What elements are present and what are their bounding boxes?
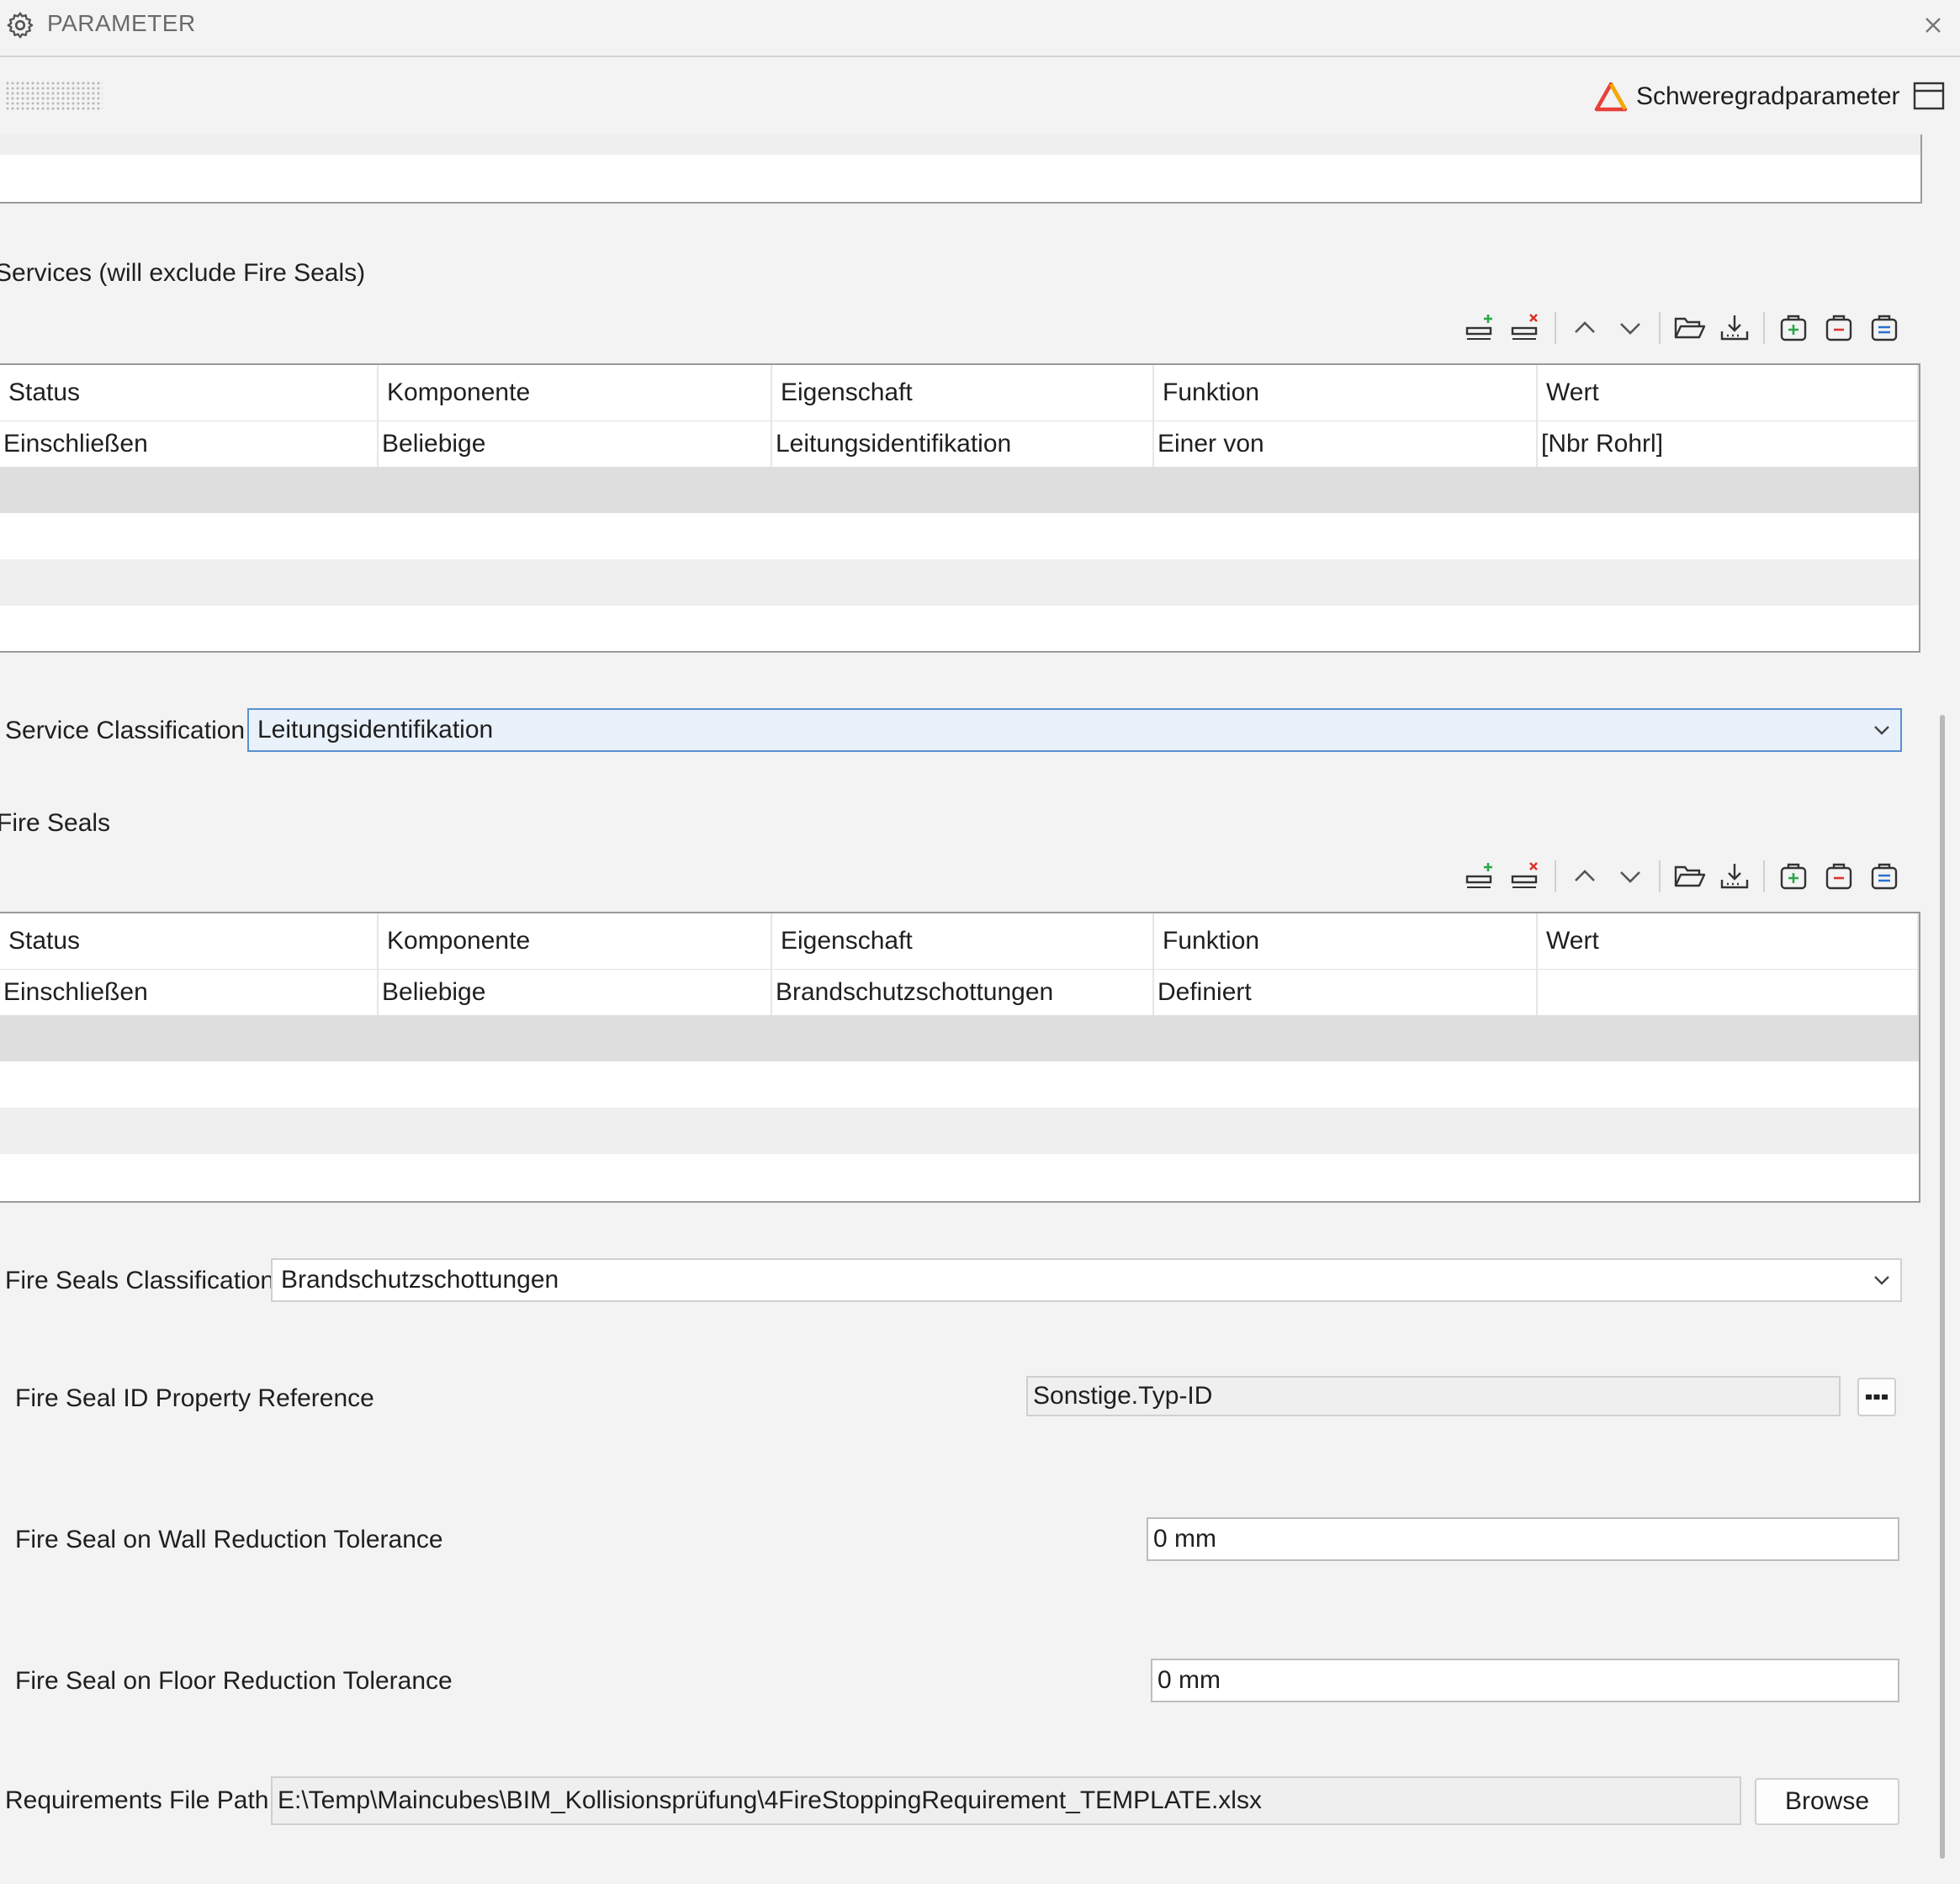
move-up-icon[interactable] xyxy=(1566,310,1603,347)
column-header[interactable]: Wert xyxy=(1538,913,1919,969)
add-row-icon[interactable] xyxy=(1462,858,1499,895)
table-row-empty[interactable] xyxy=(0,1015,1919,1061)
add-row-icon[interactable] xyxy=(1462,310,1499,347)
table-header: Status Komponente Eigenschaft Funktion W… xyxy=(0,365,1919,421)
move-down-icon[interactable] xyxy=(1612,310,1649,347)
add-item-icon[interactable] xyxy=(1775,310,1812,347)
table-header: Status Komponente Eigenschaft Funktion W… xyxy=(0,913,1919,970)
wall-tolerance-input[interactable]: 0 mm xyxy=(1147,1517,1899,1561)
close-icon[interactable] xyxy=(1916,8,1950,42)
chevron-down-icon[interactable] xyxy=(1863,1262,1900,1299)
services-toolbar xyxy=(1462,310,1903,347)
warning-triangle-icon xyxy=(1594,82,1628,112)
table-row-empty[interactable] xyxy=(0,1061,1919,1108)
column-header[interactable]: Status xyxy=(0,913,379,969)
table-cell[interactable] xyxy=(1538,970,1919,1015)
table-cell[interactable]: Beliebige xyxy=(379,421,772,467)
service-classification-value: Leitungsidentifikation xyxy=(257,716,494,744)
table-cell[interactable]: Leitungsidentifikation xyxy=(772,421,1154,467)
table-cell[interactable]: Einschließen xyxy=(0,421,379,467)
table-row-empty[interactable] xyxy=(0,513,1919,559)
add-item-icon[interactable] xyxy=(1775,858,1812,895)
fire-seals-toolbar xyxy=(1462,858,1903,895)
fire-seals-classification-dropdown[interactable]: Brandschutzschottungen xyxy=(271,1258,1902,1302)
requirements-path-field[interactable]: E:\Temp\Maincubes\BIM_Kollisionsprüfung\… xyxy=(271,1776,1741,1825)
delete-row-icon[interactable] xyxy=(1507,858,1544,895)
column-header[interactable]: Funktion xyxy=(1154,365,1538,421)
list-item-icon[interactable] xyxy=(1866,310,1903,347)
service-classification-dropdown[interactable]: Leitungsidentifikation xyxy=(247,708,1902,752)
window-title: PARAMETER xyxy=(47,10,196,36)
remove-item-icon[interactable] xyxy=(1820,310,1857,347)
table-row-empty[interactable] xyxy=(0,559,1919,606)
floor-tolerance-label: Fire Seal on Floor Reduction Tolerance xyxy=(15,1667,453,1695)
services-table: Status Komponente Eigenschaft Funktion W… xyxy=(0,363,1920,653)
delete-row-icon[interactable] xyxy=(1507,310,1544,347)
table-row-empty[interactable] xyxy=(0,606,1919,652)
requirements-path-label: Requirements File Path xyxy=(5,1786,269,1814)
fire-seals-classification-label: Fire Seals Classification xyxy=(5,1267,275,1294)
list-item-icon[interactable] xyxy=(1866,858,1903,895)
services-section-title: Services (will exclude Fire Seals) xyxy=(0,259,366,287)
more-options-icon xyxy=(1866,1394,1888,1400)
move-down-icon[interactable] xyxy=(1612,858,1649,895)
remove-item-icon[interactable] xyxy=(1820,858,1857,895)
fire-seals-table: Status Komponente Eigenschaft Funktion W… xyxy=(0,912,1920,1203)
open-folder-icon[interactable] xyxy=(1671,858,1708,895)
upper-table-remnant xyxy=(0,135,1922,204)
table-cell[interactable]: [Nbr Rohrl] xyxy=(1538,421,1919,467)
severity-label: Schweregradparameter xyxy=(1636,82,1900,110)
move-up-icon[interactable] xyxy=(1566,858,1603,895)
floor-tolerance-input[interactable]: 0 mm xyxy=(1151,1659,1899,1702)
browse-button[interactable]: Browse xyxy=(1755,1778,1899,1825)
fire-seal-id-field[interactable]: Sonstige.Typ-ID xyxy=(1026,1376,1841,1416)
chevron-down-icon[interactable] xyxy=(1863,712,1900,749)
column-header[interactable]: Status xyxy=(0,365,379,421)
table-row-empty[interactable] xyxy=(0,1108,1919,1154)
table-cell[interactable]: Definiert xyxy=(1154,970,1538,1015)
fire-seals-classification-value: Brandschutzschottungen xyxy=(281,1266,559,1294)
service-classification-label: Service Classification xyxy=(5,717,246,744)
table-cell[interactable]: Brandschutzschottungen xyxy=(772,970,1154,1015)
download-icon[interactable] xyxy=(1716,858,1753,895)
column-header[interactable]: Eigenschaft xyxy=(772,365,1154,421)
open-folder-icon[interactable] xyxy=(1671,310,1708,347)
scrollbar-thumb[interactable] xyxy=(1940,715,1945,1859)
panel-layout-icon[interactable] xyxy=(1913,81,1945,111)
column-header[interactable]: Wert xyxy=(1538,365,1919,421)
table-cell[interactable]: Beliebige xyxy=(379,970,772,1015)
gear-icon xyxy=(7,12,34,39)
wall-tolerance-label: Fire Seal on Wall Reduction Tolerance xyxy=(15,1526,443,1553)
vertical-scrollbar[interactable] xyxy=(1935,136,1960,1884)
column-header[interactable]: Komponente xyxy=(379,913,772,969)
table-row[interactable]: Einschließen Beliebige Brandschutzschott… xyxy=(0,970,1919,1015)
more-options-button[interactable] xyxy=(1857,1378,1896,1416)
title-bar xyxy=(0,0,1960,57)
column-header[interactable]: Komponente xyxy=(379,365,772,421)
table-row-empty[interactable] xyxy=(0,1154,1919,1200)
drag-handle[interactable] xyxy=(5,81,103,111)
table-cell[interactable]: Einschließen xyxy=(0,970,379,1015)
table-row-empty[interactable] xyxy=(0,467,1919,513)
download-icon[interactable] xyxy=(1716,310,1753,347)
table-row[interactable]: Einschließen Beliebige Leitungsidentifik… xyxy=(0,421,1919,467)
severity-parameter-link[interactable]: Schweregradparameter xyxy=(1594,79,1900,114)
column-header[interactable]: Funktion xyxy=(1154,913,1538,969)
column-header[interactable]: Eigenschaft xyxy=(772,913,1154,969)
fire-seal-id-label: Fire Seal ID Property Reference xyxy=(15,1384,374,1412)
fire-seals-section-title: Fire Seals xyxy=(0,809,111,837)
table-cell[interactable]: Einer von xyxy=(1154,421,1538,467)
